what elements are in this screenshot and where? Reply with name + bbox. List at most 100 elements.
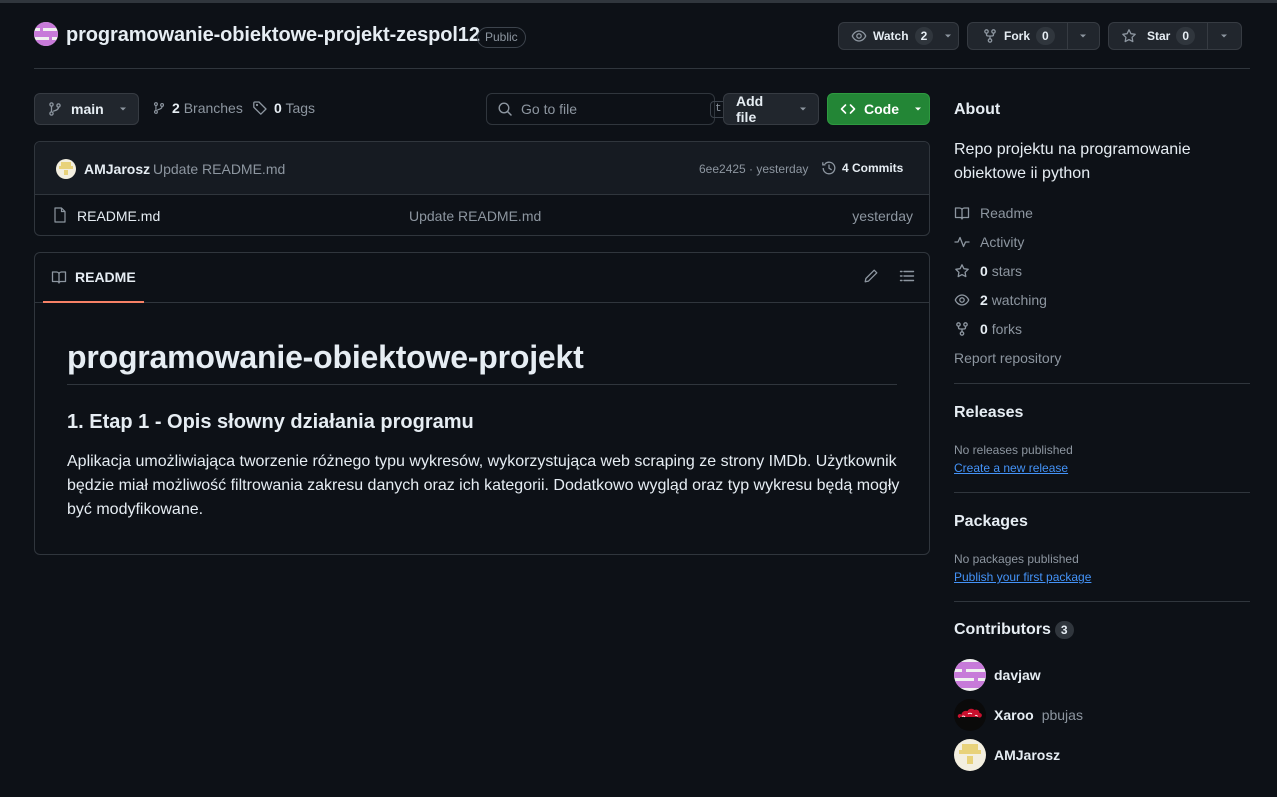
tab-readme[interactable]: README	[43, 253, 144, 303]
triangle-down-icon	[118, 104, 128, 114]
branch-selector[interactable]: main	[34, 93, 139, 125]
file-row: README.md Update README.md yesterday	[35, 195, 929, 235]
code-icon	[840, 101, 856, 117]
watching-label: watching	[991, 291, 1047, 308]
star-count: 0	[1176, 27, 1196, 45]
contributor-item[interactable]: Xaroo pbujas	[954, 695, 1250, 735]
git-branch-icon	[152, 100, 166, 116]
fork-button[interactable]: Fork 0	[968, 23, 1067, 49]
file-icon	[53, 207, 67, 223]
watch-label: Watch	[873, 29, 909, 43]
latest-commit-row: AMJarosz Update README.md 6ee2425 · yest…	[35, 142, 929, 195]
releases-heading[interactable]: Releases	[954, 404, 1250, 422]
about-description: Repo projektu na programowanie obiektowe…	[954, 141, 1191, 182]
code-label: Code	[864, 101, 899, 117]
add-file-button[interactable]: Add file	[723, 93, 819, 125]
stars-link[interactable]: 0 stars	[954, 256, 1250, 285]
branches-label: Branches	[183, 100, 243, 116]
star-label: Star	[1147, 29, 1171, 43]
publish-package-link[interactable]: Publish your first package	[954, 570, 1091, 584]
fork-count: 0	[1036, 27, 1055, 45]
add-file-label: Add file	[736, 93, 764, 125]
contributor-item[interactable]: davjaw	[954, 655, 1250, 695]
go-to-file-input[interactable]	[521, 101, 702, 117]
triangle-down-icon	[943, 31, 953, 41]
packages-heading[interactable]: Packages	[954, 513, 1250, 531]
sidebar-divider	[954, 492, 1250, 493]
sidebar-divider	[954, 601, 1250, 602]
stars-count: 0	[980, 262, 988, 279]
tags-link[interactable]: 0 Tags	[252, 100, 315, 116]
readme-subheading: 1. Etap 1 - Opis słowny działania progra…	[67, 411, 474, 433]
readme-tab-label: README	[75, 269, 136, 285]
search-icon	[497, 101, 513, 117]
triangle-down-icon	[1219, 31, 1229, 41]
file-commit-message-link[interactable]: Update README.md	[409, 208, 541, 224]
fork-button-group: Fork 0	[967, 22, 1100, 50]
avatar	[954, 659, 986, 691]
report-repository-link[interactable]: Report repository	[954, 343, 1250, 372]
readme-tabbar: README	[35, 253, 929, 303]
activity-link[interactable]: Activity	[954, 227, 1250, 256]
forks-label: forks	[991, 320, 1023, 337]
file-name-link[interactable]: README.md	[77, 208, 160, 224]
pencil-icon[interactable]	[863, 268, 879, 284]
repo-owner-avatar[interactable]	[34, 22, 58, 46]
readme-link[interactable]: Readme	[954, 198, 1250, 227]
repo-forked-icon	[954, 321, 970, 337]
forks-link[interactable]: 0 forks	[954, 314, 1250, 343]
tags-label: Tags	[285, 100, 316, 116]
activity-link-label: Activity	[980, 233, 1025, 250]
go-to-file-field[interactable]: t	[486, 93, 727, 125]
triangle-down-icon	[913, 104, 923, 114]
contributor-name: AMJarosz	[994, 747, 1061, 763]
avatar	[954, 739, 986, 771]
sidebar-divider	[954, 383, 1250, 384]
contributors-count: 3	[1054, 621, 1074, 639]
contributor-name: Xaroo	[994, 707, 1034, 723]
code-button[interactable]: Code	[827, 93, 930, 125]
commits-count-label: 4 Commits	[842, 161, 904, 175]
watching-link[interactable]: 2 watching	[954, 285, 1250, 314]
commit-sha-link[interactable]: 6ee2425 · yesterday	[699, 162, 808, 176]
avatar	[954, 699, 986, 731]
commit-message-link[interactable]: Update README.md	[153, 161, 285, 177]
packages-empty-text: No packages published	[954, 552, 1079, 566]
forks-count: 0	[980, 320, 988, 337]
star-icon	[1121, 28, 1137, 44]
git-branch-icon	[47, 101, 63, 117]
watch-button[interactable]: Watch 2	[838, 22, 959, 50]
star-dropdown-button[interactable]	[1208, 23, 1240, 49]
eye-icon	[851, 28, 867, 44]
star-button[interactable]: Star 0	[1109, 23, 1207, 49]
header-divider	[34, 68, 1250, 69]
contributor-name: davjaw	[994, 667, 1041, 683]
watch-count: 2	[914, 27, 934, 45]
commits-history-link[interactable]: 4 Commits	[821, 160, 903, 176]
contributor-login: pbujas	[1041, 707, 1083, 723]
fork-label: Fork	[1004, 29, 1031, 43]
contributor-item[interactable]: AMJarosz	[954, 735, 1250, 775]
triangle-down-icon	[798, 104, 808, 114]
readme-content: programowanie-obiektowe-projekt 1. Etap …	[35, 339, 929, 522]
file-date: yesterday	[852, 208, 913, 224]
repo-name-link[interactable]: programowanie-obiektowe-projekt-zespol12	[66, 24, 480, 47]
commit-author-avatar[interactable]	[56, 159, 76, 179]
repo-forked-icon	[982, 28, 998, 44]
contributors-heading[interactable]: Contributors	[954, 621, 1051, 639]
create-release-link[interactable]: Create a new release	[954, 461, 1068, 475]
visibility-badge: Public	[477, 27, 526, 48]
readme-link-label: Readme	[980, 204, 1033, 221]
tag-icon	[252, 100, 268, 116]
branches-link[interactable]: 2 Branches	[152, 100, 243, 116]
branches-count: 2	[172, 100, 180, 116]
readme-heading: programowanie-obiektowe-projekt	[67, 339, 897, 385]
about-heading: About	[954, 101, 1001, 118]
outline-list-icon[interactable]	[899, 268, 915, 284]
file-browser: AMJarosz Update README.md 6ee2425 · yest…	[34, 141, 930, 236]
stars-label: stars	[991, 262, 1023, 279]
releases-empty-text: No releases published	[954, 443, 1073, 457]
branch-name: main	[71, 101, 104, 117]
commit-author-link[interactable]: AMJarosz	[84, 161, 150, 177]
fork-dropdown-button[interactable]	[1068, 23, 1098, 49]
